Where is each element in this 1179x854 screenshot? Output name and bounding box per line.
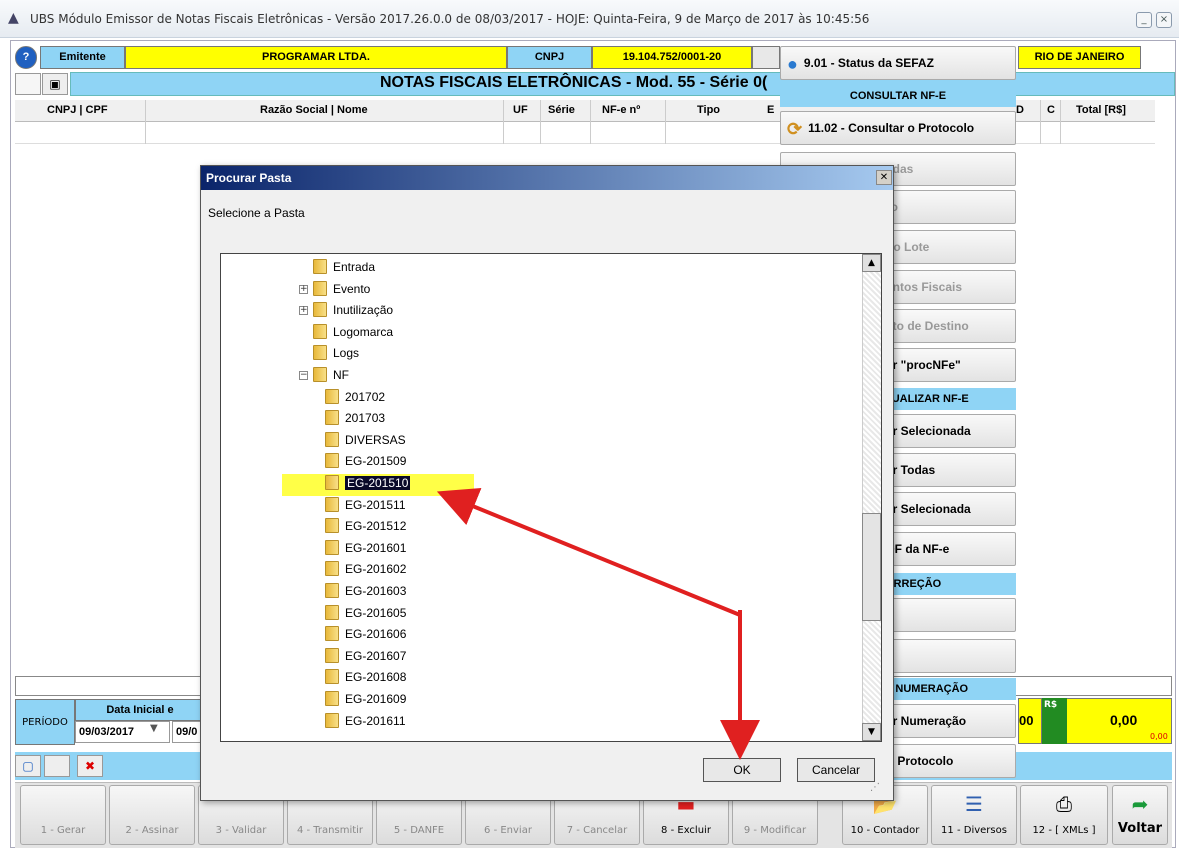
- annotation-arrows: [436, 488, 760, 760]
- arrow-to-folder: [436, 488, 742, 755]
